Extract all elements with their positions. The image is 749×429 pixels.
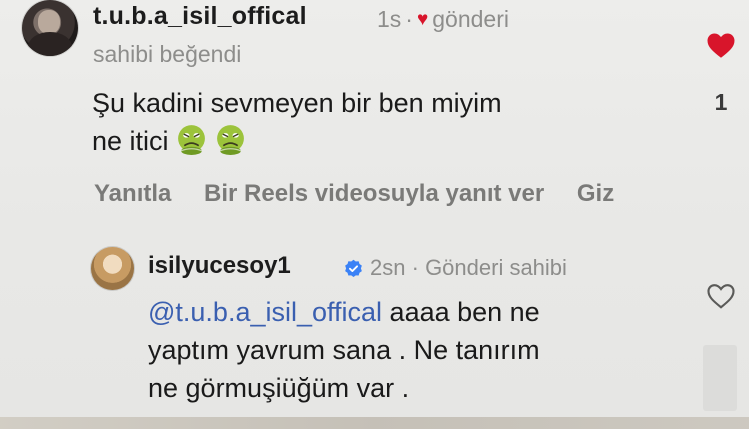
liked-by-creator-label-cont: sahibi beğendi — [93, 41, 242, 67]
author-badge: Gönderi sahibi — [425, 255, 567, 280]
liked-by-creator-label: gönderi — [432, 6, 509, 32]
comment-text-line-2: ne itici — [92, 126, 169, 156]
reply-time: 2sn — [370, 255, 406, 280]
reply-text-line: aaaa ben ne — [382, 297, 540, 327]
avatar[interactable] — [22, 0, 78, 56]
nauseated-face-emoji-icon — [177, 125, 205, 155]
heart-icon: ♥ — [416, 8, 429, 30]
reels-reply-button[interactable]: Bir Reels videosuyla yanıt ver — [204, 180, 544, 207]
comment-username[interactable]: t.u.b.a_isil_offical — [93, 2, 307, 31]
comment-thread: t.u.b.a_isil_offical 1s · ♥ gönderi sahi… — [0, 0, 749, 429]
comment-text: Şu kadini sevmeyen bir ben miyim ne itic… — [92, 84, 502, 160]
meta-separator: · — [405, 6, 413, 32]
reply-meta: 2sn · Gönderi sahibi — [370, 255, 567, 281]
hide-button[interactable]: Giz — [577, 180, 614, 207]
comment-meta: 1s · ♥ gönderi — [377, 6, 509, 33]
reply-button[interactable]: Yanıtla — [94, 180, 171, 207]
background-strip — [0, 417, 749, 429]
reply-text-line: yaptım yavrum sana . Ne tanırım — [148, 335, 540, 365]
comment-text-line: Şu kadini sevmeyen bir ben miyim — [92, 88, 502, 118]
heart-filled-icon — [707, 33, 735, 58]
reply-text: @t.u.b.a_isil_offical aaaa ben ne yaptım… — [148, 293, 540, 407]
like-column: 1 — [705, 32, 737, 116]
verified-badge-icon — [345, 259, 362, 278]
reply-avatar[interactable] — [91, 247, 134, 290]
comment-time: 1s — [377, 6, 402, 32]
scroll-indicator[interactable] — [703, 345, 737, 411]
reply-username[interactable]: isilyucesoy1 — [148, 252, 291, 280]
comment-actions: Yanıtla Bir Reels videosuyla yanıt ver G… — [94, 180, 640, 208]
comment-text-line: ne itici — [92, 122, 502, 160]
heart-outline-icon[interactable] — [706, 281, 736, 311]
mention-link[interactable]: @t.u.b.a_isil_offical — [148, 297, 382, 327]
reply-text-line: ne görmuşiüğüm var . — [148, 373, 410, 403]
nauseated-face-emoji-icon — [216, 125, 244, 155]
like-button[interactable] — [705, 32, 737, 59]
like-count: 1 — [714, 89, 728, 115]
meta-separator: · — [411, 255, 419, 280]
